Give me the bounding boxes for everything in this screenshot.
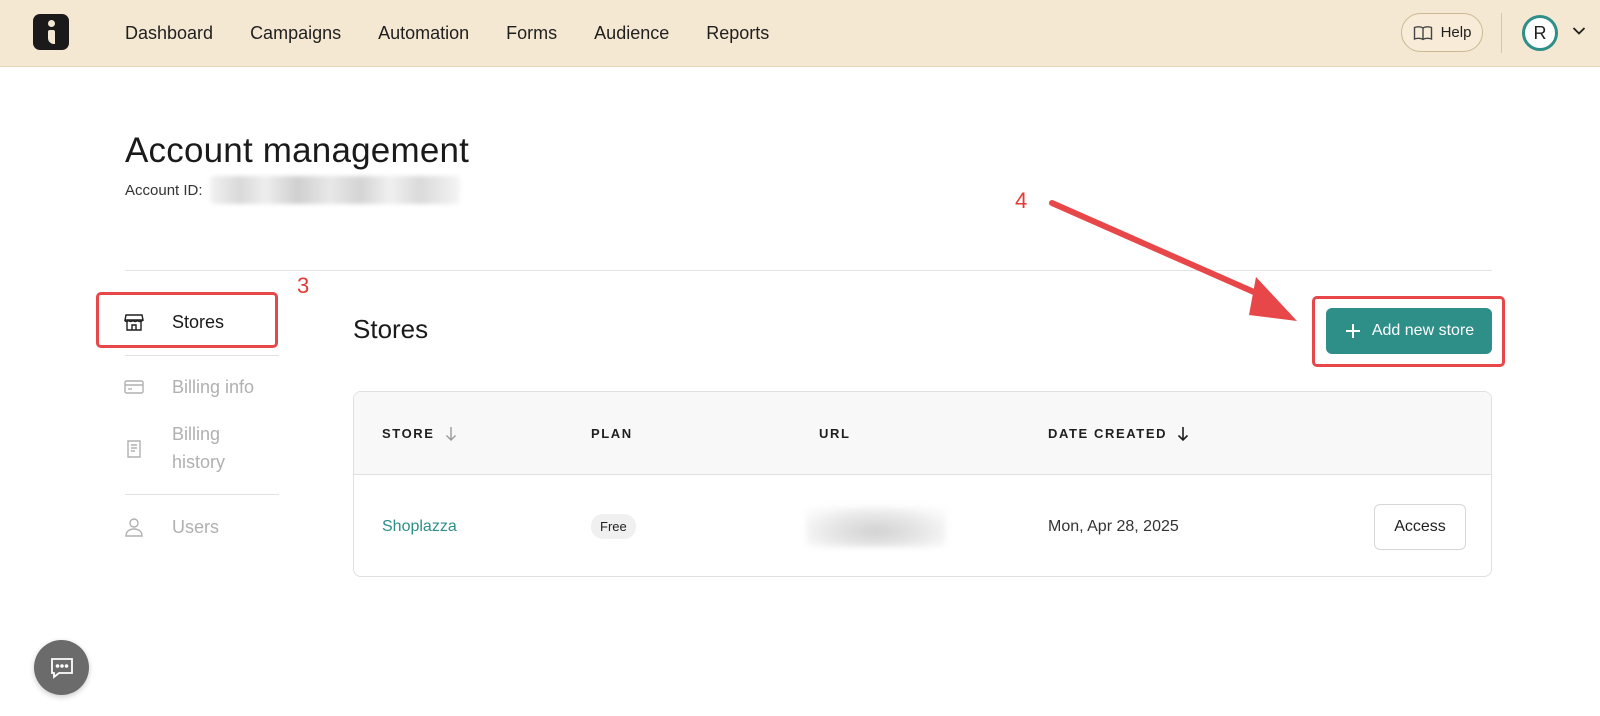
- sort-arrow-down-icon[interactable]: [445, 426, 457, 442]
- main-nav: Dashboard Campaigns Automation Forms Aud…: [125, 0, 806, 67]
- store-name-link[interactable]: Shoplazza: [382, 518, 457, 536]
- stores-table: STORE PLAN URL DATE CREATED Shoplazza Fr…: [353, 391, 1492, 577]
- nav-forms[interactable]: Forms: [506, 23, 557, 44]
- plan-badge: Free: [591, 514, 636, 539]
- column-store-label: STORE: [382, 426, 435, 441]
- annotation-arrow: [1049, 200, 1297, 321]
- chevron-down-icon[interactable]: [1572, 26, 1586, 36]
- account-id-label: Account ID:: [125, 182, 203, 199]
- sidebar-item-users[interactable]: Users: [172, 513, 219, 541]
- column-header-url: URL: [819, 426, 851, 441]
- storefront-icon: [124, 314, 144, 331]
- column-date-created-label: DATE CREATED: [1048, 426, 1168, 441]
- nav-dashboard[interactable]: Dashboard: [125, 23, 213, 44]
- account-id-redacted: [210, 176, 460, 204]
- annotation-step-3: 3: [297, 273, 310, 298]
- user-icon: [125, 518, 143, 537]
- nav-reports[interactable]: Reports: [706, 23, 769, 44]
- date-created-value: Mon, Apr 28, 2025: [1048, 517, 1179, 535]
- sidebar-item-billing-history[interactable]: Billing history: [172, 420, 252, 476]
- add-new-store-button[interactable]: Add new store: [1326, 308, 1492, 354]
- sort-arrow-down-icon[interactable]: [1177, 426, 1189, 442]
- plus-icon: [1345, 324, 1360, 338]
- annotation-step-4: 4: [1015, 188, 1028, 213]
- chat-support-button[interactable]: [34, 640, 89, 695]
- avatar-initial: R: [1533, 22, 1547, 43]
- table-header: STORE PLAN URL DATE CREATED: [354, 392, 1491, 475]
- credit-card-icon: [124, 380, 144, 394]
- nav-campaigns[interactable]: Campaigns: [250, 23, 341, 44]
- section-title: Stores: [353, 314, 429, 344]
- receipt-icon: [127, 440, 141, 458]
- access-button[interactable]: Access: [1374, 504, 1466, 550]
- column-header-date-created[interactable]: DATE CREATED: [1048, 392, 1189, 475]
- sidebar-item-billing-info[interactable]: Billing info: [172, 373, 254, 401]
- app-logo-icon[interactable]: [33, 14, 69, 50]
- nav-divider: [1501, 13, 1502, 53]
- add-new-store-label: Add new store: [1371, 322, 1475, 339]
- sidebar-divider: [125, 355, 279, 356]
- help-label: Help: [1440, 24, 1472, 41]
- book-icon: [1413, 25, 1432, 40]
- nav-audience[interactable]: Audience: [594, 23, 669, 44]
- help-button[interactable]: Help: [1401, 13, 1483, 52]
- user-avatar[interactable]: R: [1522, 15, 1558, 51]
- nav-automation[interactable]: Automation: [378, 23, 469, 44]
- store-url-redacted: [806, 506, 946, 547]
- page-title: Account management: [125, 131, 470, 170]
- column-header-store[interactable]: STORE: [382, 392, 457, 475]
- sidebar-divider: [125, 494, 279, 495]
- column-header-plan: PLAN: [591, 426, 633, 441]
- chat-icon: [50, 657, 73, 679]
- table-row: Shoplazza Free Mon, Apr 28, 2025 Access: [354, 475, 1491, 576]
- top-navigation-bar: Dashboard Campaigns Automation Forms Aud…: [0, 0, 1600, 67]
- sidebar-item-stores[interactable]: Stores: [172, 308, 224, 336]
